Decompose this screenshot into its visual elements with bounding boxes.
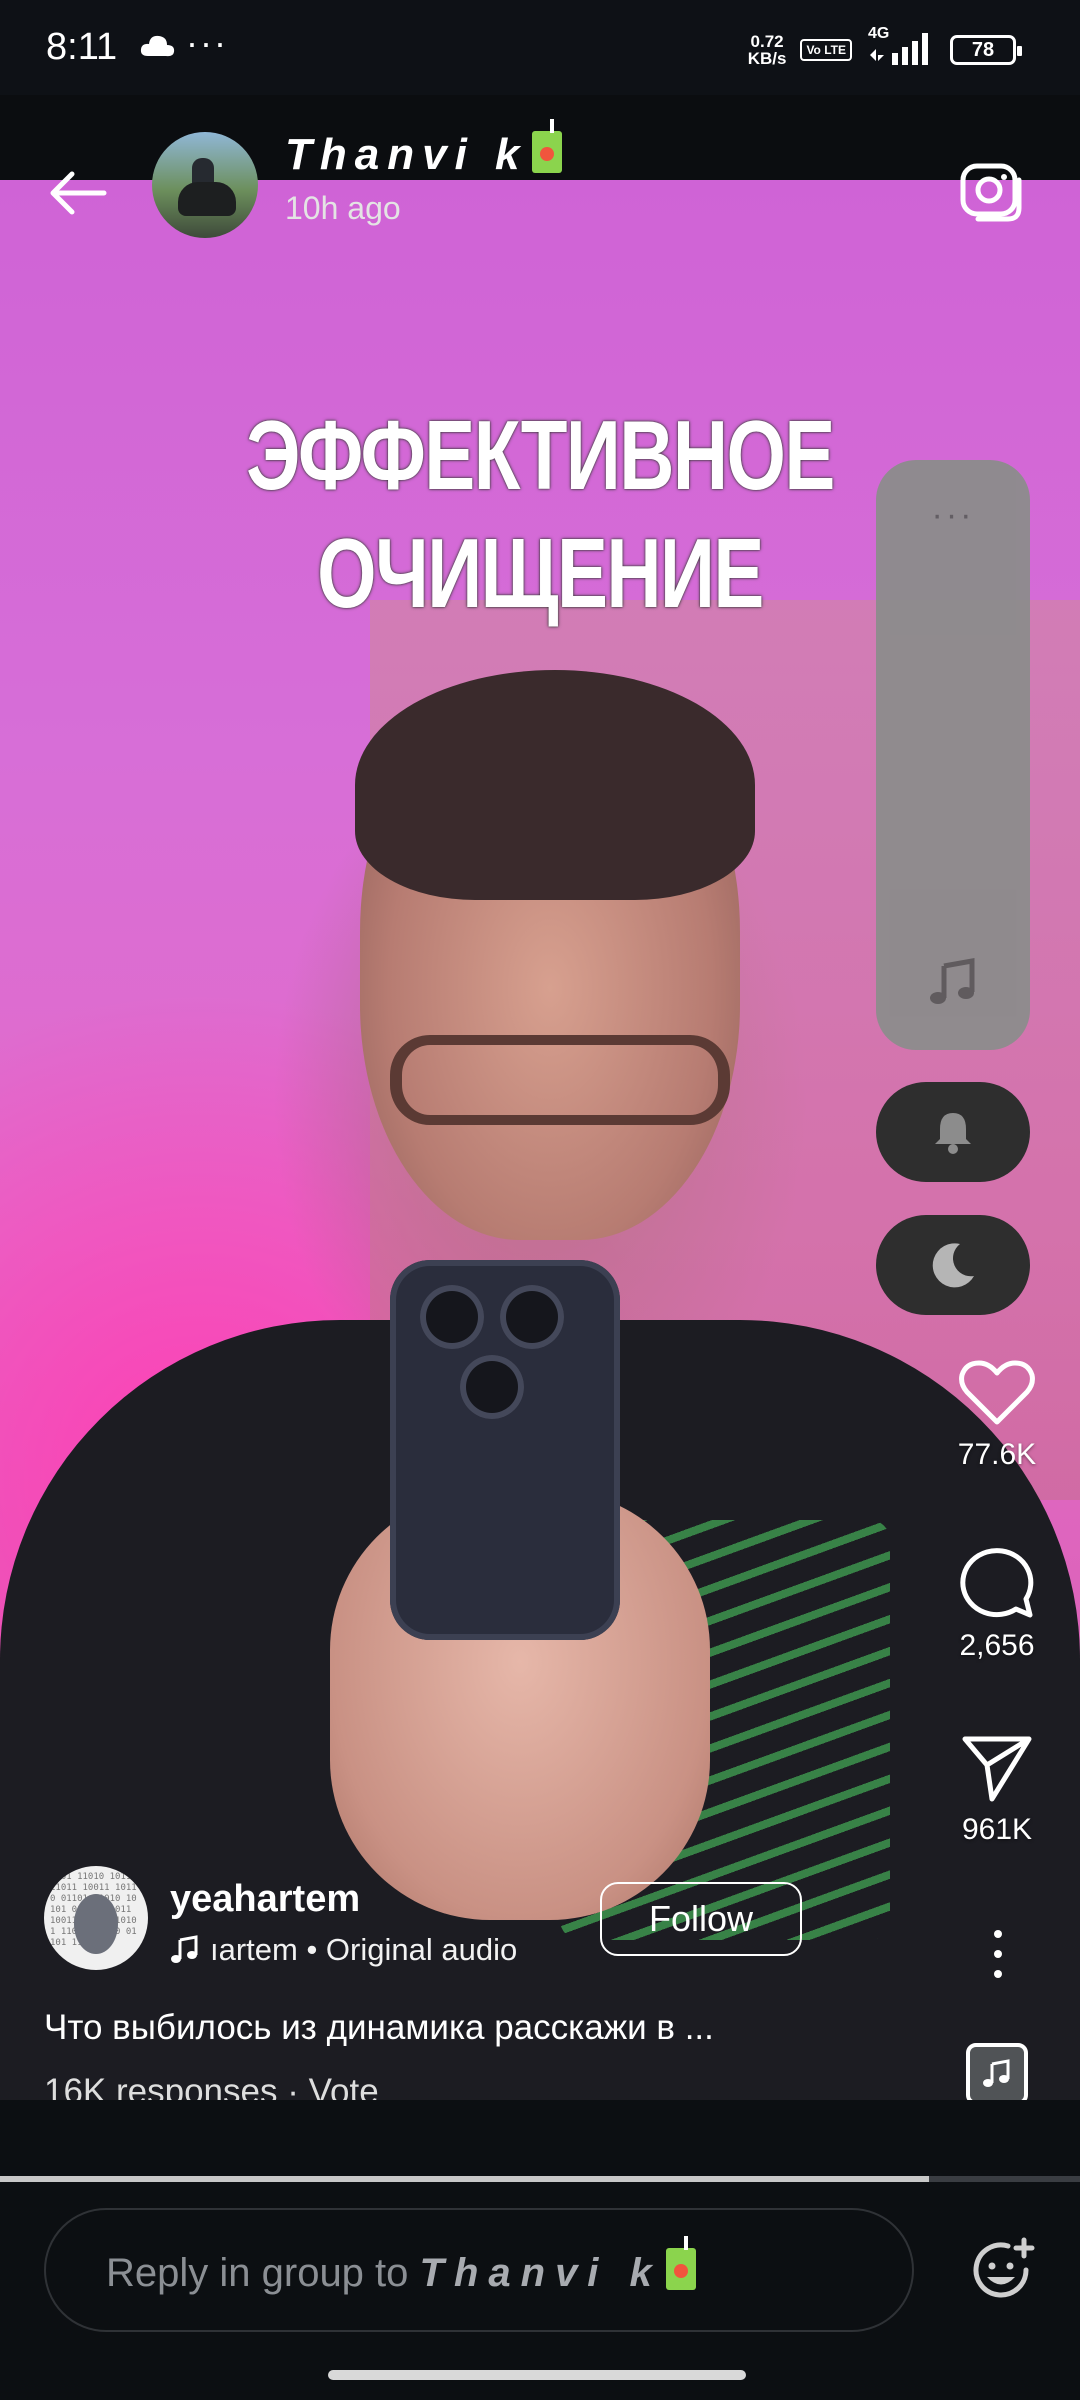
video-phone-lens (420, 1285, 484, 1349)
story-time-ago: 10h ago (285, 190, 401, 226)
comment-icon[interactable] (958, 1545, 1036, 1619)
cloud-icon (140, 35, 175, 57)
heart-icon[interactable] (958, 1358, 1036, 1428)
like-count: 77.6K (957, 1438, 1037, 1471)
reel-caption[interactable]: Что выбилось из динамика расскажи в ... (44, 2008, 714, 2048)
volte-badge: Vo LTE (800, 39, 852, 61)
more-vertical-icon[interactable] (980, 1924, 1016, 1984)
music-note-icon (983, 2059, 1010, 2087)
video-title-line2: ОЧИЩЕНИЕ (317, 518, 764, 628)
network-type: 4G (866, 25, 936, 70)
video-person-glasses (390, 1035, 730, 1125)
net-speed: 0.72 KB/s (748, 33, 787, 67)
video-phone-lens (500, 1285, 564, 1349)
share-count: 961K (961, 1813, 1033, 1846)
back-arrow-icon[interactable] (44, 160, 110, 226)
video-title-line1: ЭФФЕКТИВНОЕ (246, 400, 835, 510)
audio-info[interactable]: ıartem • Original audio (170, 1932, 517, 1968)
comment-count: 2,656 (959, 1629, 1035, 1662)
status-bar: 8:11 ··· 0.72 KB/s Vo LTE 4G 78 (0, 0, 1080, 95)
battery-icon: 78 (950, 35, 1022, 65)
status-time: 8:11 (46, 26, 118, 68)
network-type-label: 4G (868, 24, 890, 42)
net-speed-unit: KB/s (747, 49, 787, 68)
reel-author-name[interactable]: yeahartem (170, 1878, 360, 1921)
panel-more-icon[interactable]: ··· (876, 496, 1030, 535)
reel-author-avatar[interactable]: 1101 11010 10110 11011 10011 10110 01101… (44, 1866, 148, 1970)
avatar-bike (178, 182, 236, 216)
net-speed-value: 0.72 (750, 32, 784, 51)
do-not-disturb-toggle[interactable] (876, 1215, 1030, 1315)
avatar-face (74, 1894, 118, 1954)
story-progress-bar (0, 2176, 1080, 2182)
music-note-icon[interactable] (928, 958, 978, 1008)
battery-level: 78 (971, 38, 995, 61)
reply-recipient: Thanvi k (419, 2251, 662, 2295)
send-icon[interactable] (960, 1733, 1034, 1803)
reply-input[interactable]: Reply in group to Thanvi k (44, 2208, 914, 2332)
juice-box-emoji-icon (665, 2236, 696, 2290)
story-progress-fill (0, 2176, 929, 2182)
audio-label: ıartem • Original audio (210, 1932, 518, 1967)
bell-icon (935, 1113, 971, 1154)
story-author-avatar[interactable] (152, 132, 258, 238)
emoji-add-icon[interactable] (968, 2236, 1038, 2306)
notification-toggle[interactable] (876, 1082, 1030, 1182)
share-action[interactable]: 961K (940, 1733, 1054, 1847)
reply-prefix: Reply in group to (106, 2251, 420, 2295)
video-person-hair (355, 670, 755, 900)
home-indicator[interactable] (328, 2370, 746, 2380)
status-indicators: 0.72 KB/s Vo LTE 4G 78 (748, 25, 1022, 72)
story-username[interactable]: Thanvi k (285, 119, 562, 180)
like-action[interactable]: 77.6K (940, 1358, 1054, 1472)
camera-icon[interactable] (958, 158, 1024, 224)
follow-button[interactable]: Follow (600, 1882, 802, 1956)
video-phone-lens (460, 1355, 524, 1419)
reply-placeholder: Reply in group to Thanvi k (106, 2236, 696, 2296)
audio-thumbnail[interactable] (966, 2043, 1028, 2105)
moon-icon (932, 1243, 974, 1288)
volume-panel[interactable]: ··· (876, 460, 1030, 1050)
comment-action[interactable]: 2,656 (940, 1545, 1054, 1663)
juice-box-emoji-icon (531, 119, 562, 173)
status-more: ··· (186, 22, 228, 63)
music-note-icon (171, 1935, 198, 1963)
video-title-overlay: ЭФФЕКТИВНОЕ ОЧИЩЕНИЕ (119, 396, 961, 632)
story-username-text: Thanvi k (285, 130, 528, 179)
